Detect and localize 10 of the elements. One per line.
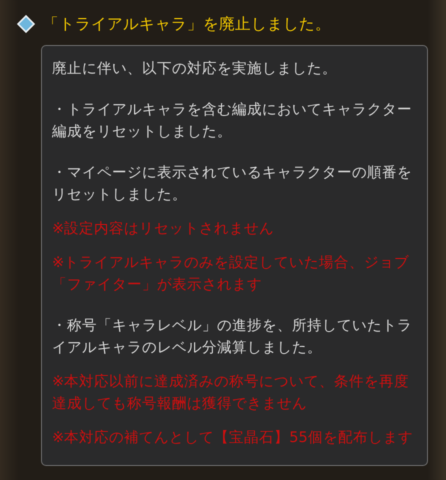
note-text: ※本対応の補てんとして【宝晶石】55個を配布します <box>52 428 414 448</box>
body-text: ・トライアルキャラを含む編成においてキャラクター編成をリセットしました。 <box>52 100 413 142</box>
body-text: ・称号「キャラレベル」の進捗を、所持していたトライアルキャラのレベル分減算しました。 <box>52 316 413 358</box>
body-text: ・マイページに表示されているキャラクターの順番をリセットしました。 <box>52 163 413 205</box>
note-text: ※トライアルキャラのみを設定していた場合、ジョブ「ファイター」が表示されます <box>52 253 410 295</box>
note-text: ※設定内容はリセットされません <box>52 219 276 239</box>
note-text: ※本対応以前に達成済みの称号について、条件を再度達成しても称号報酬は獲得できません <box>52 372 410 414</box>
diamond-icon <box>17 15 35 33</box>
body-text: 廃止に伴い、以下の対応を実施しました。 <box>52 59 338 79</box>
notice-title: 「トライアルキャラ」を廃止しました。 <box>43 14 331 35</box>
